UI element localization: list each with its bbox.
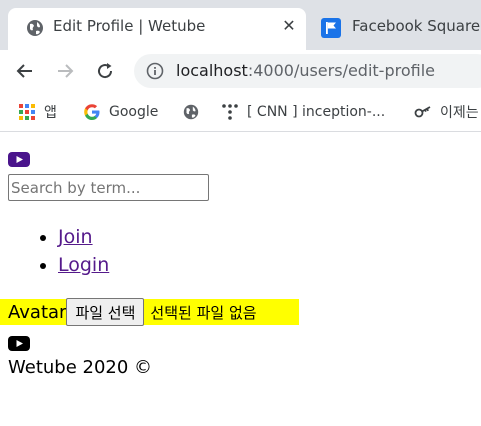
browser-toolbar: localhost:4000/users/edit-profile (0, 50, 481, 92)
bookmark-label: [ CNN ] inception-... (247, 104, 386, 120)
back-arrow-icon[interactable] (11, 57, 39, 85)
avatar-label: Avatar (8, 301, 67, 323)
tab-facebook[interactable]: Facebook Square Ic (312, 8, 481, 50)
youtube-icon[interactable] (8, 151, 30, 172)
choose-file-button[interactable]: 파일 선택 (66, 298, 145, 326)
tab-title: Facebook Square Ic (352, 17, 481, 35)
url-path: :4000/users/edit-profile (247, 61, 435, 80)
globe-icon (25, 18, 45, 38)
reload-icon[interactable] (91, 57, 119, 85)
bookmark-label: 앱 (44, 105, 57, 121)
dots-icon (221, 103, 239, 121)
forward-arrow-icon[interactable] (51, 57, 79, 85)
bookmark-label: 이제는 (440, 105, 479, 121)
search-input[interactable] (8, 174, 209, 201)
tab-strip: Edit Profile | Wetube ✕ Facebook Square … (0, 0, 481, 50)
bookmark-globe[interactable] (182, 101, 208, 123)
close-icon[interactable]: ✕ (278, 15, 300, 37)
bookmark-cnn-inception[interactable]: [ CNN ] inception-... (221, 101, 385, 123)
tab-title: Edit Profile | Wetube (53, 17, 206, 35)
tab-edit-profile[interactable]: Edit Profile | Wetube ✕ (8, 8, 306, 50)
url-text: localhost:4000/users/edit-profile (176, 61, 435, 80)
apps-grid-icon (18, 103, 36, 121)
info-icon[interactable] (146, 62, 164, 84)
address-bar[interactable]: localhost:4000/users/edit-profile (134, 54, 481, 88)
bookmark-label: Google (109, 104, 159, 120)
key-icon (414, 103, 432, 121)
bookmark-key[interactable]: 이제는 (414, 101, 479, 123)
youtube-icon (8, 335, 30, 356)
nav-item-login: Login (58, 251, 109, 279)
google-g-icon (83, 103, 101, 121)
bookmark-google[interactable]: Google (83, 101, 158, 123)
page-content: Join Login Avatar 파일 선택 선택된 파일 없음 Wetube… (0, 133, 481, 426)
no-file-status: 선택된 파일 없음 (150, 303, 257, 322)
login-link[interactable]: Login (58, 254, 109, 276)
globe-icon (182, 103, 200, 121)
footer-copyright: Wetube 2020 © (8, 357, 153, 378)
flag-icon (321, 18, 341, 38)
avatar-field: Avatar 파일 선택 선택된 파일 없음 (0, 298, 299, 326)
url-host: localhost (176, 61, 248, 80)
bookmark-apps[interactable]: 앱 (18, 101, 57, 123)
bookmarks-bar: 앱 Google [ CNN] inception-... 이제는 (0, 92, 481, 132)
nav-menu: Join Login (0, 223, 109, 279)
nav-item-join: Join (58, 223, 109, 251)
join-link[interactable]: Join (58, 226, 93, 248)
